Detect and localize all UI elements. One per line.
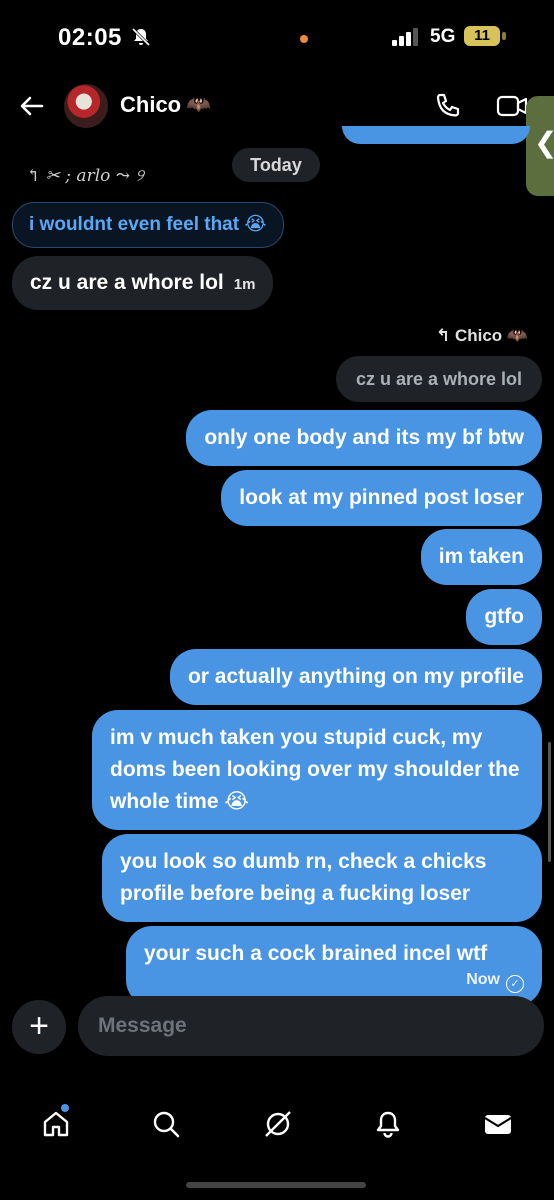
notification-dot bbox=[61, 1104, 69, 1112]
checkmark-icon: ✓ bbox=[506, 975, 524, 993]
signal-icon bbox=[392, 28, 418, 46]
home-icon[interactable] bbox=[40, 1108, 72, 1140]
outgoing-message[interactable]: look at my pinned post loser bbox=[221, 470, 542, 526]
chevron-left-icon: ❮ bbox=[534, 126, 554, 159]
contact-emoji: 🦇 bbox=[186, 94, 211, 116]
search-icon[interactable] bbox=[150, 1108, 182, 1140]
message-input[interactable] bbox=[78, 996, 544, 1056]
previous-message-bubble bbox=[342, 126, 530, 144]
battery-icon: 11 bbox=[464, 26, 508, 48]
notifications-icon[interactable] bbox=[372, 1108, 404, 1140]
status-bar: 02:05 5G 11 bbox=[0, 0, 554, 76]
outgoing-message-last[interactable]: your such a cock brained incel wtf Now ✓ bbox=[126, 926, 542, 1006]
back-arrow-icon[interactable] bbox=[18, 92, 46, 120]
phone-icon[interactable] bbox=[434, 92, 462, 120]
outgoing-message-text: your such a cock brained incel wtf bbox=[144, 942, 488, 965]
outgoing-message[interactable]: only one body and its my bf btw bbox=[186, 410, 542, 466]
outgoing-quoted-message[interactable]: cz u are a whore lol bbox=[336, 356, 542, 402]
date-divider: Today bbox=[232, 148, 320, 182]
message-status-time: Now bbox=[466, 971, 500, 988]
outgoing-message[interactable]: im v much taken you stupid cuck, my doms… bbox=[92, 710, 542, 830]
video-call-icon[interactable] bbox=[496, 92, 530, 120]
add-attachment-button[interactable]: + bbox=[12, 1000, 66, 1054]
contact-name[interactable]: Chico bbox=[120, 92, 181, 118]
incoming-message-text: cz u are a whore lol bbox=[30, 271, 224, 294]
outgoing-message[interactable]: you look so dumb rn, check a chicks prof… bbox=[102, 834, 542, 922]
avatar[interactable] bbox=[64, 84, 108, 128]
incoming-message-time: 1m bbox=[233, 276, 256, 293]
incoming-reply-label: ↰ ✂ ; arlo ⤳ ୨ bbox=[26, 166, 144, 186]
home-indicator bbox=[186, 1182, 366, 1188]
incoming-quoted-message[interactable]: i wouldnt even feel that 😭 bbox=[12, 202, 284, 248]
privacy-indicator-dot bbox=[300, 35, 308, 43]
incoming-message[interactable]: cz u are a whore lol 1m bbox=[12, 256, 274, 310]
outgoing-reply-label: ↰ Chico 🦇 bbox=[436, 326, 529, 345]
messages-icon[interactable] bbox=[482, 1108, 514, 1140]
outgoing-message[interactable]: im taken bbox=[420, 529, 542, 585]
scrollbar[interactable] bbox=[548, 742, 551, 862]
status-time: 02:05 bbox=[58, 24, 122, 51]
grok-icon[interactable] bbox=[262, 1108, 294, 1140]
outgoing-message[interactable]: or actually anything on my profile bbox=[169, 649, 542, 705]
plus-icon: + bbox=[29, 1007, 49, 1045]
network-type: 5G bbox=[430, 26, 456, 47]
side-panel-handle[interactable]: ❮ bbox=[526, 96, 554, 196]
outgoing-message[interactable]: gtfo bbox=[466, 589, 542, 645]
mute-bell-icon bbox=[131, 27, 151, 47]
battery-level: 11 bbox=[464, 26, 500, 46]
message-status: Now ✓ bbox=[466, 964, 524, 996]
